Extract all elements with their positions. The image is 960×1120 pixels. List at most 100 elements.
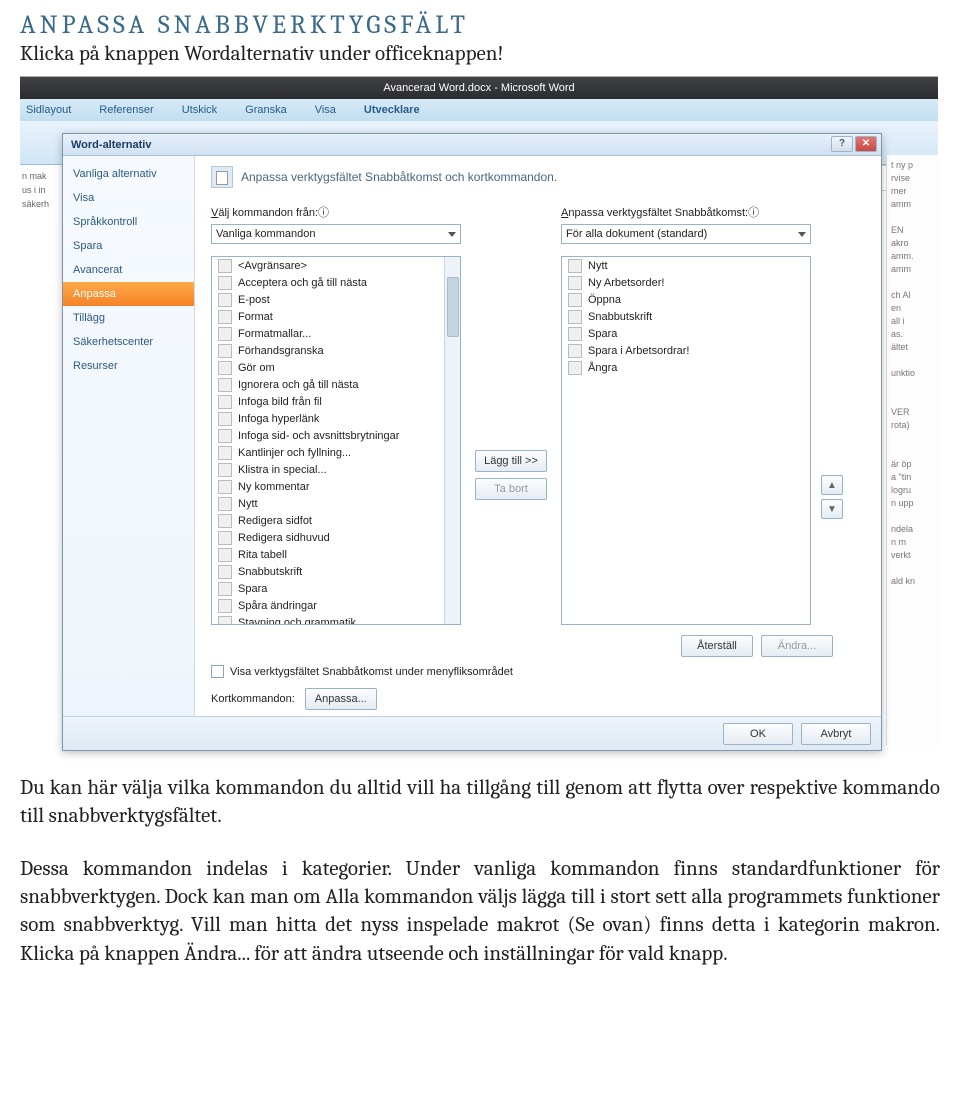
dialog-footer: OK Avbryt <box>63 716 881 750</box>
list-item[interactable]: Infoga bild från fil <box>212 393 444 410</box>
list-item[interactable]: Stavning och grammatik <box>212 614 444 624</box>
modify-button[interactable]: Ändra... <box>761 635 833 657</box>
list-item[interactable]: Snabbutskrift <box>212 563 444 580</box>
ribbon-tab[interactable]: Visa <box>315 104 336 116</box>
scrollbar[interactable] <box>444 257 460 624</box>
remove-button[interactable]: Ta bort <box>475 478 547 500</box>
list-item-label: <Avgränsare> <box>238 259 307 273</box>
list-item[interactable]: Rita tabell <box>212 546 444 563</box>
nav-item-säkerhetscenter[interactable]: Säkerhetscenter <box>63 330 194 354</box>
ribbon-tabs: Sidlayout Referenser Utskick Granska Vis… <box>20 99 938 121</box>
peek-line: en <box>891 302 934 315</box>
add-button[interactable]: Lägg till >> <box>475 450 547 472</box>
ribbon-tab[interactable]: Sidlayout <box>26 104 71 116</box>
move-up-button[interactable]: ▲ <box>821 475 843 495</box>
move-down-button[interactable]: ▼ <box>821 499 843 519</box>
list-item[interactable]: Redigera sidfot <box>212 512 444 529</box>
list-item[interactable]: Snabbutskrift <box>562 308 794 325</box>
list-item-label: Gör om <box>238 361 275 375</box>
command-icon <box>218 582 232 596</box>
list-item[interactable]: <Avgränsare> <box>212 257 444 274</box>
ribbon-tab[interactable]: Referenser <box>99 104 153 116</box>
left-commands-listbox[interactable]: <Avgränsare>Acceptera och gå till nästaE… <box>211 256 461 625</box>
dialog-main-heading-text: Anpassa verktygsfältet Snabbåtkomst och … <box>241 170 557 184</box>
list-item-label: Öppna <box>588 293 621 307</box>
list-item[interactable]: Spara <box>212 580 444 597</box>
show-below-ribbon-checkbox[interactable]: Visa verktygsfältet Snabbåtkomst under m… <box>211 665 869 678</box>
gutter-text: säkerh <box>22 197 58 211</box>
customize-qat-combo[interactable]: För alla dokument (standard) <box>561 224 811 244</box>
list-item[interactable]: Spara <box>562 325 794 342</box>
dialog-main-heading: Anpassa verktygsfältet Snabbåtkomst och … <box>211 166 869 188</box>
close-button[interactable]: ✕ <box>855 136 877 152</box>
command-icon <box>218 344 232 358</box>
list-item-label: Ny kommentar <box>238 480 310 494</box>
list-item[interactable]: Acceptera och gå till nästa <box>212 274 444 291</box>
reset-button[interactable]: Återställ <box>681 635 753 657</box>
command-icon <box>218 412 232 426</box>
command-icon <box>218 327 232 341</box>
list-item[interactable]: Infoga sid- och avsnittsbrytningar <box>212 427 444 444</box>
list-item[interactable]: Förhandsgranska <box>212 342 444 359</box>
list-item[interactable]: Redigera sidhuvud <box>212 529 444 546</box>
ribbon-tab-active[interactable]: Utvecklare <box>364 104 420 116</box>
nav-item-tillägg[interactable]: Tillägg <box>63 306 194 330</box>
nav-item-avancerat[interactable]: Avancerat <box>63 258 194 282</box>
nav-item-anpassa[interactable]: Anpassa <box>63 282 194 306</box>
choose-commands-combo[interactable]: Vanliga kommandon <box>211 224 461 244</box>
list-item[interactable]: Öppna <box>562 291 794 308</box>
list-item[interactable]: Gör om <box>212 359 444 376</box>
list-item[interactable]: Klistra in special... <box>212 461 444 478</box>
list-item[interactable]: Nytt <box>562 257 794 274</box>
command-icon <box>568 259 582 273</box>
peek-line: amm <box>891 263 934 276</box>
list-item[interactable]: E-post <box>212 291 444 308</box>
screenshot: Avancerad Word.docx - Microsoft Word Sid… <box>20 76 938 756</box>
nav-item-visa[interactable]: Visa <box>63 186 194 210</box>
nav-item-vanliga-alternativ[interactable]: Vanliga alternativ <box>63 162 194 186</box>
list-item-label: Snabbutskrift <box>588 310 652 324</box>
list-item[interactable]: Ny kommentar <box>212 478 444 495</box>
command-icon <box>218 480 232 494</box>
peek-line: verkt <box>891 549 934 562</box>
list-item[interactable]: Ny Arbetsorder! <box>562 274 794 291</box>
list-item-label: Spara <box>588 327 617 341</box>
list-item-label: Redigera sidhuvud <box>238 531 330 545</box>
list-item[interactable]: Spara i Arbetsordrar! <box>562 342 794 359</box>
list-item[interactable]: Ångra <box>562 359 794 376</box>
list-item[interactable]: Spåra ändringar <box>212 597 444 614</box>
peek-line: ndela <box>891 523 934 536</box>
peek-line <box>891 510 934 523</box>
gutter-text: n mak <box>22 169 58 183</box>
shortcuts-label: Kortkommandon: <box>211 693 295 705</box>
nav-item-spara[interactable]: Spara <box>63 234 194 258</box>
scrollbar-thumb[interactable] <box>447 277 459 337</box>
peek-line: ältet <box>891 341 934 354</box>
list-item-label: Formatmallar... <box>238 327 311 341</box>
list-item[interactable]: Kantlinjer och fyllning... <box>212 444 444 461</box>
list-item-label: Ångra <box>588 361 617 375</box>
ribbon-tab[interactable]: Granska <box>245 104 287 116</box>
cancel-button[interactable]: Avbryt <box>801 723 871 745</box>
command-icon <box>218 276 232 290</box>
right-commands-listbox[interactable]: NyttNy Arbetsorder! Öppna Snabbutskrift Spa… <box>561 256 811 625</box>
peek-line: ald kn <box>891 575 934 588</box>
ribbon-tab[interactable]: Utskick <box>182 104 217 116</box>
list-item[interactable]: Formatmallar... <box>212 325 444 342</box>
checkbox-icon <box>211 665 224 678</box>
nav-item-språkkontroll[interactable]: Språkkontroll <box>63 210 194 234</box>
list-item-label: Infoga bild från fil <box>238 395 322 409</box>
list-item[interactable]: Ignorera och gå till nästa <box>212 376 444 393</box>
list-item[interactable]: Format <box>212 308 444 325</box>
list-item-label: Rita tabell <box>238 548 287 562</box>
peek-line: akro <box>891 237 934 250</box>
customize-shortcuts-button[interactable]: Anpassa... <box>305 688 377 710</box>
list-item-label: Snabbutskrift <box>238 565 302 579</box>
dialog-title-text: Word-alternativ <box>71 139 151 151</box>
help-button[interactable]: ? <box>831 136 853 152</box>
list-item[interactable]: Infoga hyperlänk <box>212 410 444 427</box>
ok-button[interactable]: OK <box>723 723 793 745</box>
gutter-text: us i in <box>22 183 58 197</box>
nav-item-resurser[interactable]: Resurser <box>63 354 194 378</box>
list-item[interactable]: Nytt <box>212 495 444 512</box>
